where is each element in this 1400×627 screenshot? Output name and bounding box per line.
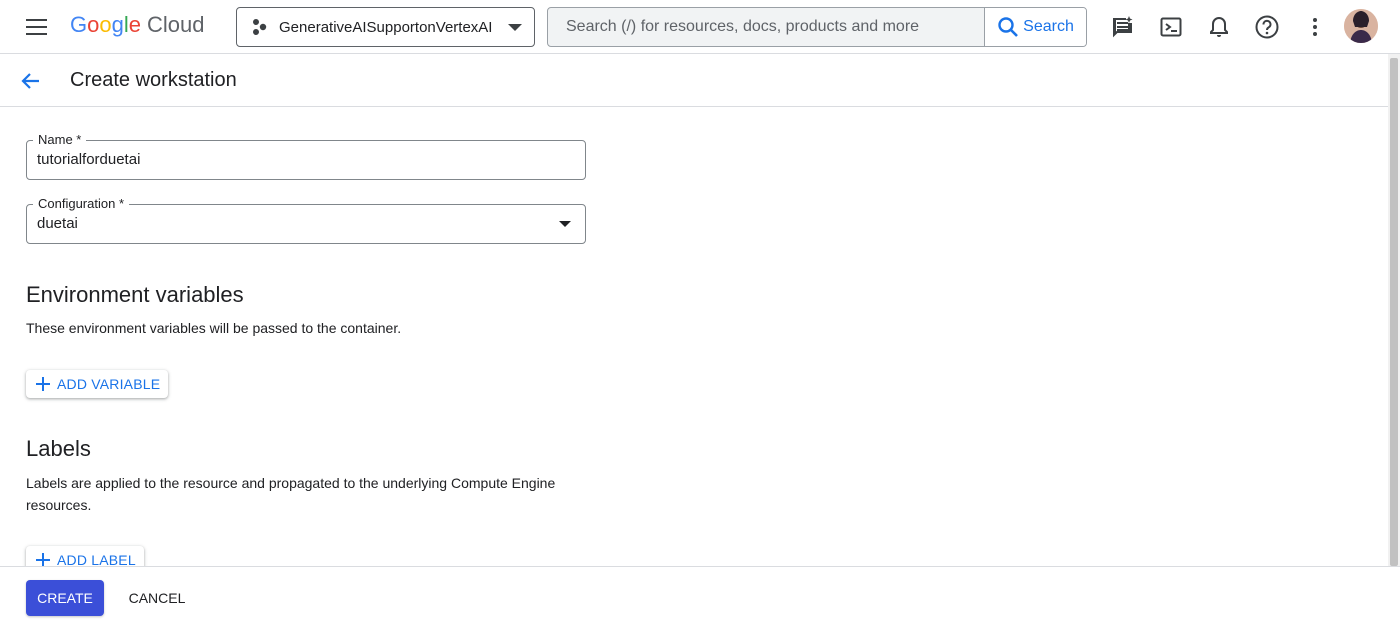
search-bar: Search bbox=[547, 7, 1087, 47]
cloud-shell-icon[interactable] bbox=[1158, 14, 1184, 40]
search-button[interactable]: Search bbox=[984, 8, 1086, 46]
page-title: Create workstation bbox=[70, 69, 237, 91]
scrollbar-thumb[interactable] bbox=[1390, 58, 1398, 566]
name-input[interactable] bbox=[37, 151, 557, 168]
search-input[interactable] bbox=[548, 8, 984, 46]
dropdown-arrow-icon bbox=[559, 221, 571, 227]
name-field[interactable]: Name * bbox=[26, 132, 586, 180]
labels-title: Labels bbox=[26, 436, 91, 461]
chevron-down-icon bbox=[508, 23, 522, 31]
configuration-value: duetai bbox=[37, 215, 78, 232]
configuration-select[interactable]: Configuration * duetai bbox=[26, 196, 586, 244]
more-vert-icon[interactable] bbox=[1302, 14, 1328, 40]
configuration-field-label: Configuration * bbox=[33, 196, 129, 211]
plus-icon bbox=[36, 377, 50, 391]
cancel-button[interactable]: CANCEL bbox=[118, 580, 196, 616]
logo-google-text: Google bbox=[70, 12, 142, 37]
name-field-label: Name * bbox=[33, 132, 87, 147]
feedback-icon[interactable] bbox=[1110, 14, 1136, 40]
create-button[interactable]: CREATE bbox=[26, 580, 104, 616]
search-icon bbox=[998, 17, 1019, 37]
notifications-icon[interactable] bbox=[1206, 14, 1232, 40]
help-icon[interactable] bbox=[1254, 14, 1280, 40]
add-variable-button[interactable]: ADD VARIABLE bbox=[26, 370, 169, 398]
search-button-label: Search bbox=[1023, 18, 1074, 35]
add-variable-label: ADD VARIABLE bbox=[57, 376, 161, 392]
menu-icon[interactable] bbox=[24, 16, 50, 38]
project-picker[interactable]: GenerativeAISupportonVertexAI bbox=[236, 7, 535, 47]
page-header: Create workstation bbox=[0, 54, 1388, 107]
plus-icon bbox=[36, 553, 50, 567]
env-variables-description: These environment variables will be pass… bbox=[26, 320, 402, 336]
env-variables-title: Environment variables bbox=[26, 282, 244, 307]
project-icon bbox=[251, 18, 269, 36]
google-cloud-logo[interactable]: Google Cloud bbox=[70, 12, 205, 38]
form-footer: CREATE CANCEL bbox=[0, 566, 1400, 627]
project-name: GenerativeAISupportonVertexAI bbox=[279, 18, 493, 36]
top-bar: Google Cloud GenerativeAISupportonVertexA… bbox=[0, 0, 1400, 54]
back-arrow-icon[interactable] bbox=[18, 68, 44, 94]
avatar[interactable] bbox=[1344, 9, 1378, 43]
scrollbar[interactable] bbox=[1388, 54, 1400, 566]
logo-cloud-text: Cloud bbox=[147, 12, 205, 37]
labels-description: Labels are applied to the resource and p… bbox=[26, 475, 556, 513]
